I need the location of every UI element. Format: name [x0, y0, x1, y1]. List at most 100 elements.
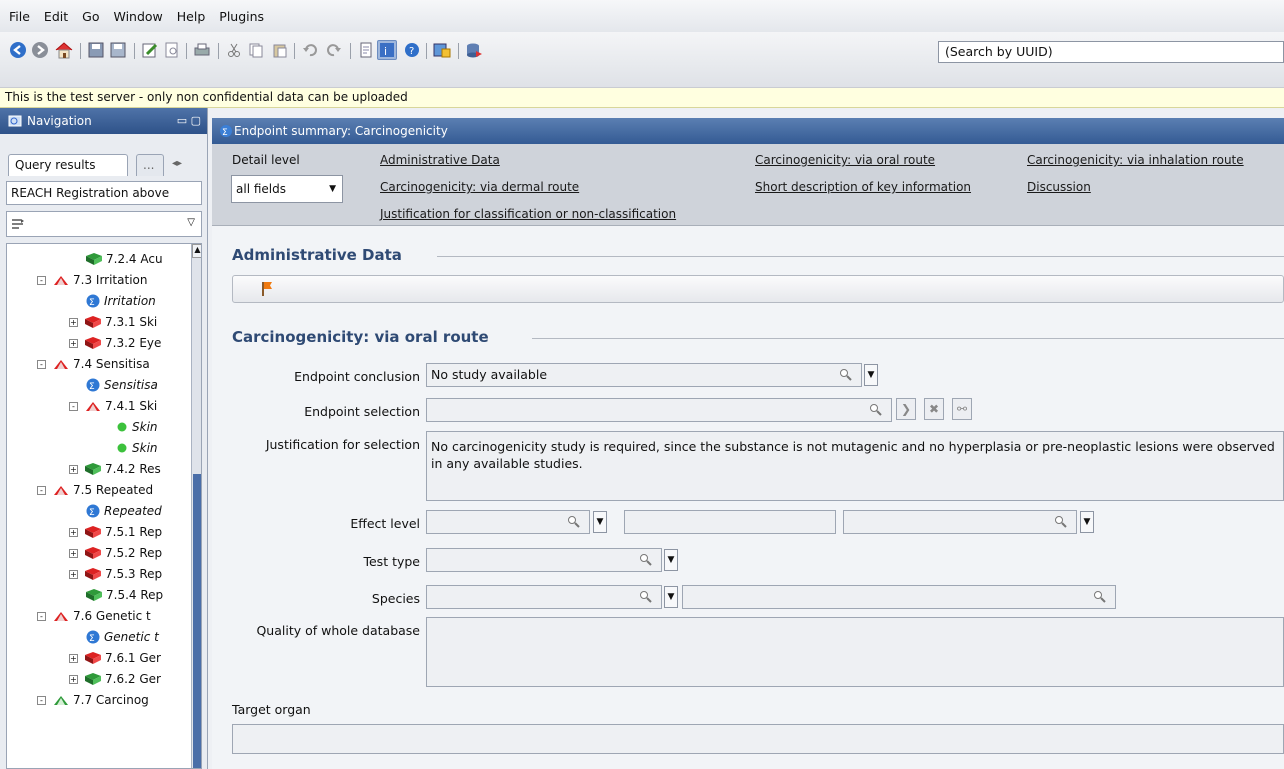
tab-more[interactable]: ...	[136, 154, 164, 176]
forward-icon[interactable]	[30, 40, 50, 60]
search-icon[interactable]	[639, 590, 653, 604]
save-icon[interactable]	[86, 40, 106, 60]
collapse-icon[interactable]: -	[37, 611, 46, 621]
link-inhalation-route[interactable]: Carcinogenicity: via inhalation route	[1027, 153, 1244, 167]
expand-icon[interactable]: +	[69, 338, 78, 348]
menu-edit[interactable]: Edit	[37, 9, 75, 24]
save-all-icon[interactable]	[108, 40, 128, 60]
chevron-down-icon[interactable]: ▼	[1080, 511, 1094, 533]
test-type-field[interactable]	[426, 548, 662, 572]
database-icon[interactable]	[464, 40, 484, 60]
plugin-icon[interactable]	[432, 40, 452, 60]
link-icon[interactable]: ⚯	[952, 398, 972, 420]
tree-node[interactable]: - 7.3 Irritation	[37, 270, 147, 290]
tree-node[interactable]: +7.6.1 Ger	[69, 648, 161, 668]
quality-database-textarea[interactable]	[426, 617, 1284, 687]
expand-icon[interactable]: +	[69, 653, 78, 663]
home-icon[interactable]	[54, 40, 74, 60]
registration-filter[interactable]: REACH Registration above	[6, 181, 202, 205]
link-oral-route[interactable]: Carcinogenicity: via oral route	[755, 153, 935, 167]
expand-icon[interactable]: +	[69, 548, 78, 558]
link-short-description[interactable]: Short description of key information	[755, 180, 971, 194]
expand-icon[interactable]: +	[69, 317, 78, 327]
endpoint-selection-field[interactable]	[426, 398, 892, 422]
cut-icon[interactable]	[224, 40, 244, 60]
chevron-down-icon[interactable]: ▼	[593, 511, 607, 533]
tab-query-results[interactable]: Query results	[8, 154, 128, 176]
menu-file[interactable]: File	[2, 9, 37, 24]
back-icon[interactable]	[8, 40, 28, 60]
species-field[interactable]	[426, 585, 662, 609]
collapse-icon[interactable]: -	[69, 401, 78, 411]
dropdown-arrow-icon[interactable]: ▽	[187, 217, 195, 228]
tree-node[interactable]: +7.4.2 Res	[69, 459, 161, 479]
expand-icon[interactable]: +	[69, 674, 78, 684]
detail-level-select[interactable]: all fields ▼	[231, 175, 343, 203]
expand-icon[interactable]: +	[69, 569, 78, 579]
minimize-maximize-icon[interactable]: ▭ ▢	[177, 114, 201, 127]
tree-filter-combo[interactable]: ▽	[6, 211, 202, 237]
administrative-flag-bar[interactable]	[232, 275, 1284, 303]
expand-icon[interactable]: +	[69, 527, 78, 537]
tree-node[interactable]: - 7.4.1 Ski	[69, 396, 157, 416]
tree-node[interactable]: +7.5.3 Rep	[69, 564, 162, 584]
effect-level-value-field[interactable]	[624, 510, 836, 534]
collapse-icon[interactable]: -	[37, 695, 46, 705]
search-input[interactable]: (Search by UUID)	[938, 41, 1284, 63]
copy-icon[interactable]	[246, 40, 266, 60]
tree-node[interactable]: +7.3.1 Ski	[69, 312, 157, 332]
link-justification-classification[interactable]: Justification for classification or non-…	[380, 207, 676, 221]
tree-node[interactable]: 7.5.4 Rep	[85, 585, 163, 605]
scroll-up-icon[interactable]: ▲	[192, 244, 201, 258]
tree-node[interactable]: - 7.6 Genetic t	[37, 606, 151, 626]
expand-icon[interactable]: +	[69, 464, 78, 474]
preview-icon[interactable]	[162, 40, 182, 60]
print-icon[interactable]	[192, 40, 212, 60]
tree-node[interactable]: +7.3.2 Eye	[69, 333, 161, 353]
species-detail-field[interactable]	[682, 585, 1116, 609]
link-discussion[interactable]: Discussion	[1027, 180, 1091, 194]
link-administrative-data[interactable]: Administrative Data	[380, 153, 500, 167]
tree-node[interactable]: Skin	[115, 438, 158, 458]
tree-node[interactable]: +7.6.2 Ger	[69, 669, 161, 689]
search-icon[interactable]	[839, 368, 853, 382]
menu-window[interactable]: Window	[106, 9, 169, 24]
remove-link-icon[interactable]: ✖	[924, 398, 944, 420]
tree-node[interactable]: Skin	[115, 417, 158, 437]
edit-icon[interactable]	[140, 40, 160, 60]
tree-node[interactable]: Σ Repeated	[85, 501, 162, 521]
menu-go[interactable]: Go	[75, 9, 106, 24]
collapse-icon[interactable]: -	[37, 275, 46, 285]
tree-node[interactable]: - 7.7 Carcinog	[37, 690, 149, 710]
tree-node[interactable]: - 7.4 Sensitisa	[37, 354, 150, 374]
tree-node[interactable]: 7.2.4 Acu	[85, 249, 163, 269]
tree-node[interactable]: - 7.5 Repeated	[37, 480, 153, 500]
effect-level-qualifier-field[interactable]	[426, 510, 590, 534]
endpoint-conclusion-field[interactable]: No study available	[426, 363, 862, 387]
search-icon[interactable]	[869, 403, 883, 417]
chevron-down-icon[interactable]: ▼	[664, 549, 678, 571]
collapse-icon[interactable]: -	[37, 485, 46, 495]
menu-help[interactable]: Help	[170, 9, 213, 24]
chevron-down-icon[interactable]: ▼	[664, 586, 678, 608]
search-icon[interactable]	[1093, 590, 1107, 604]
tab-scroll-arrows-icon[interactable]: ◂▸	[172, 158, 182, 169]
redo-icon[interactable]	[324, 40, 344, 60]
tree-node[interactable]: Σ Sensitisa	[85, 375, 158, 395]
help-icon[interactable]: ?	[402, 40, 422, 60]
info-view-icon[interactable]: i	[377, 40, 397, 60]
link-dermal-route[interactable]: Carcinogenicity: via dermal route	[380, 180, 579, 194]
chevron-down-icon[interactable]: ▼	[864, 364, 878, 386]
target-organ-textarea[interactable]	[232, 724, 1284, 754]
scrollbar-thumb[interactable]	[193, 474, 201, 768]
search-icon[interactable]	[567, 515, 581, 529]
effect-level-unit-field[interactable]	[843, 510, 1077, 534]
search-icon[interactable]	[1054, 515, 1068, 529]
menu-plugins[interactable]: Plugins	[212, 9, 271, 24]
tree-node[interactable]: +7.5.1 Rep	[69, 522, 162, 542]
search-icon[interactable]	[639, 553, 653, 567]
go-to-record-icon[interactable]: ❯	[896, 398, 916, 420]
tree-node[interactable]: +7.5.2 Rep	[69, 543, 162, 563]
document-icon[interactable]	[356, 40, 376, 60]
justification-textarea[interactable]: No carcinogenicity study is required, si…	[426, 431, 1284, 501]
